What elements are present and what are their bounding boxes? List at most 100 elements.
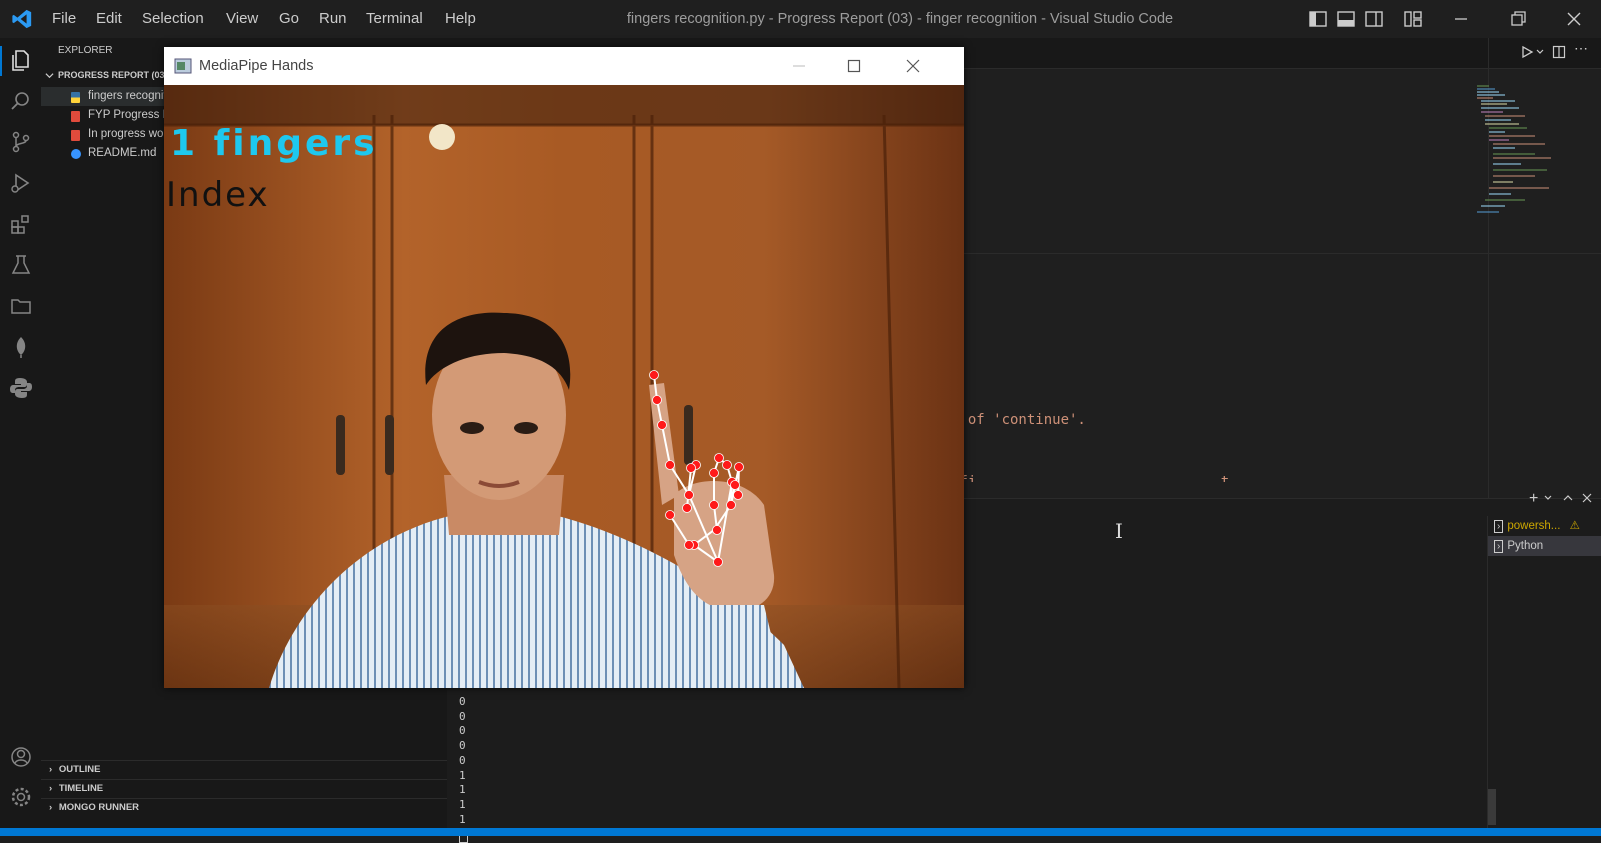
run-icon[interactable] [1520, 45, 1534, 59]
menu-terminal[interactable]: Terminal [366, 0, 423, 38]
chevron-right-icon: › [49, 802, 53, 813]
output-line: 1 [459, 783, 466, 797]
maximize-panel-icon[interactable] [1563, 493, 1573, 503]
landmark-dot [686, 463, 696, 473]
minimize-icon[interactable] [1451, 9, 1471, 29]
landmark-dot [734, 462, 744, 472]
maximize-icon[interactable] [847, 59, 861, 73]
warning-icon: ⚠ [1569, 520, 1580, 532]
landmark-dot [714, 453, 724, 463]
menu-view[interactable]: View [226, 0, 258, 38]
menu-run[interactable]: Run [319, 0, 347, 38]
terminal-tab-python[interactable]: › Python [1488, 536, 1601, 556]
menu-selection[interactable]: Selection [142, 0, 204, 38]
ceiling-light [429, 124, 455, 150]
close-panel-icon[interactable] [1582, 493, 1592, 503]
vscode-logo-icon [12, 9, 32, 29]
output-line: 1 [459, 812, 466, 826]
minimap[interactable] [1475, 84, 1565, 224]
pdf-icon [71, 130, 80, 141]
new-terminal-icon[interactable]: + [1529, 490, 1538, 508]
file-name: In progress work [88, 128, 174, 140]
terminal-tab-powershell[interactable]: › powersh... ⚠ [1488, 516, 1601, 536]
run-debug-icon[interactable] [8, 170, 34, 196]
menu-edit[interactable]: Edit [96, 0, 122, 38]
restore-icon[interactable] [1508, 9, 1528, 29]
chevron-right-icon: › [49, 764, 53, 775]
output-line: 0 [459, 695, 466, 708]
window-app-icon [174, 58, 192, 74]
folder-name: PROGRESS REPORT (03) [58, 70, 168, 80]
output-line: 1 [459, 768, 466, 782]
gear-icon[interactable] [8, 784, 34, 810]
chevron-right-icon: › [49, 783, 53, 794]
extensions-icon[interactable] [8, 211, 34, 237]
landmark-dot [713, 557, 723, 567]
explorer-header: EXPLORER [58, 45, 113, 56]
terminal-output: 0 0 0 0 0 1 1 1 1 [459, 695, 499, 843]
folder-row[interactable]: PROGRESS REPORT (03) [45, 68, 175, 84]
minimize-icon[interactable] [792, 59, 806, 73]
section-timeline[interactable]: › TIMELINE [41, 779, 447, 798]
code-line: d of 'continue'. [951, 412, 1086, 428]
menu-go[interactable]: Go [279, 0, 299, 38]
terminal-icon: › [1494, 520, 1504, 533]
python-file-icon [71, 92, 80, 103]
editor-divider [947, 253, 1601, 254]
pdf-icon [71, 111, 80, 122]
landmark-dot [730, 480, 740, 490]
search-icon[interactable] [8, 88, 34, 114]
mongodb-leaf-icon[interactable] [8, 334, 34, 360]
landmark-dot [657, 420, 667, 430]
section-outline[interactable]: › OUTLINE [41, 760, 447, 779]
account-icon[interactable] [8, 744, 34, 770]
toggle-sidebar-icon[interactable] [1308, 9, 1328, 29]
output-line: 0 [459, 739, 466, 753]
landmark-dot [709, 500, 719, 510]
chevron-down-icon [45, 73, 54, 79]
split-editor-icon[interactable] [1552, 45, 1566, 59]
landmark-dot [709, 468, 719, 478]
mediapipe-title-bar[interactable]: MediaPipe Hands [164, 47, 964, 85]
mediapipe-window-title: MediaPipe Hands [199, 58, 314, 74]
customize-layout-icon[interactable] [1403, 9, 1423, 29]
menu-help[interactable]: Help [445, 0, 476, 38]
more-actions-icon[interactable]: ⋯ [1574, 40, 1588, 57]
window-title: fingers recognition.py - Progress Report… [626, 11, 1174, 27]
explorer-icon[interactable] [8, 47, 34, 73]
close-icon[interactable] [906, 59, 920, 73]
terminal-icon: › [1494, 540, 1504, 553]
folder-icon[interactable] [8, 293, 34, 319]
chevron-down-icon[interactable] [1544, 494, 1552, 502]
testing-icon[interactable] [8, 252, 34, 278]
output-line: 0 [459, 753, 466, 767]
wardrobe-top-shadow [164, 85, 964, 125]
mediapipe-window[interactable]: MediaPipe Hands 1 fingers Index [164, 47, 964, 688]
python-icon[interactable] [8, 375, 34, 401]
menu-file[interactable]: File [52, 0, 76, 38]
landmark-dot [665, 460, 675, 470]
info-icon [71, 149, 81, 159]
file-name: README.md [88, 147, 157, 159]
landmark-dot [722, 460, 732, 470]
active-indicator [0, 46, 2, 76]
toggle-panel-icon[interactable] [1336, 9, 1356, 29]
camera-feed: 1 fingers Index [164, 85, 964, 688]
landmark-dot [684, 540, 694, 550]
section-mongo-runner[interactable]: › MONGO RUNNER [41, 798, 447, 817]
chevron-down-icon[interactable] [1536, 48, 1544, 56]
finger-name-overlay: Index [166, 175, 270, 215]
landmark-dot [726, 500, 736, 510]
left-eye [460, 422, 484, 434]
text-cursor-icon: I [1115, 519, 1123, 543]
output-line: 0 [459, 724, 466, 738]
output-line: 1 [459, 797, 466, 811]
source-control-icon[interactable] [8, 129, 34, 155]
output-line: 0 [459, 709, 466, 723]
terminal-list: › powersh... ⚠ › Python [1487, 516, 1601, 828]
toggle-secondary-sidebar-icon[interactable] [1364, 9, 1384, 29]
landmark-dot [652, 395, 662, 405]
landmark-dot [712, 525, 722, 535]
close-icon[interactable] [1564, 9, 1584, 29]
code-line-partial: 'fi t [951, 474, 1230, 482]
